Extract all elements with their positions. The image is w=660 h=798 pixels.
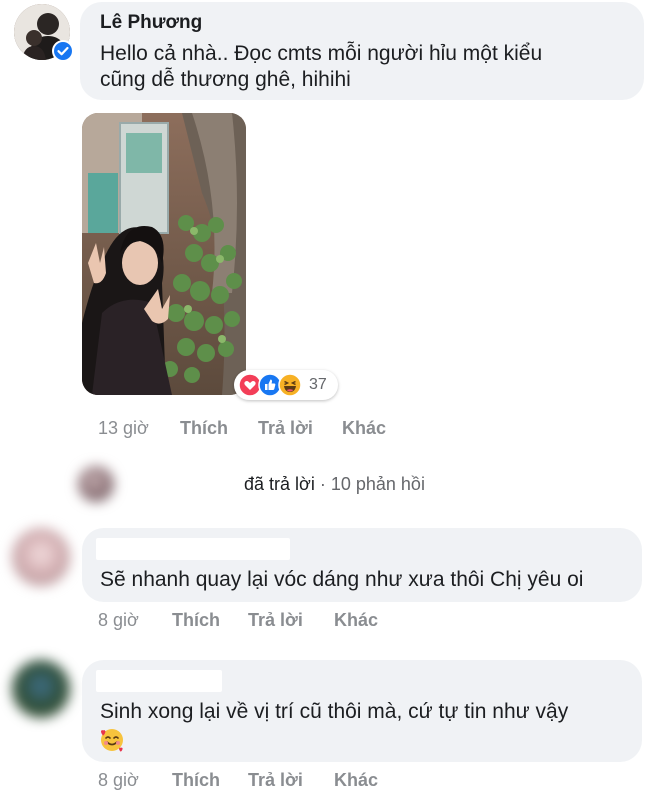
like-action[interactable]: Thích xyxy=(172,610,220,631)
haha-reaction-icon xyxy=(278,373,302,402)
commenter-avatar[interactable] xyxy=(12,660,70,718)
reply-action[interactable]: Trả lời xyxy=(258,418,313,439)
comment-timestamp[interactable]: 13 giờ xyxy=(98,418,149,439)
reply-avatar[interactable] xyxy=(78,466,114,502)
comment-text: Sinh xong lại về vị trí cũ thôi mà, cứ t… xyxy=(100,700,569,723)
comment-photo[interactable] xyxy=(82,113,246,395)
comment-timestamp[interactable]: 8 giờ xyxy=(98,770,139,791)
commenter-avatar[interactable] xyxy=(12,528,70,586)
like-action[interactable]: Thích xyxy=(180,418,228,439)
more-action[interactable]: Khác xyxy=(342,418,386,439)
verified-badge-icon xyxy=(52,40,74,62)
redacted-name xyxy=(96,538,290,560)
redacted-name xyxy=(96,670,222,692)
reaction-summary[interactable]: 37 xyxy=(234,370,338,400)
reply-action[interactable]: Trả lời xyxy=(248,610,303,631)
more-action[interactable]: Khác xyxy=(334,610,378,631)
comment-text-line: Hello cả nhà.. Đọc cmts mỗi người hỉu mộ… xyxy=(100,42,543,65)
replies-summary[interactable]: đã trả lời · 10 phản hồi xyxy=(244,474,425,495)
reply-action[interactable]: Trả lời xyxy=(248,770,303,791)
replied-label: đã trả lời xyxy=(244,474,315,494)
comment-text-line: cũng dễ thương ghê, hihihi xyxy=(100,68,351,91)
reaction-count: 37 xyxy=(309,376,327,393)
smiling-face-with-hearts-icon xyxy=(98,726,126,759)
comment-text: Sẽ nhanh quay lại vóc dáng như xưa thôi … xyxy=(100,568,584,591)
more-action[interactable]: Khác xyxy=(334,770,378,791)
commenter-name[interactable]: Lê Phương xyxy=(100,12,202,34)
like-action[interactable]: Thích xyxy=(172,770,220,791)
comment-timestamp[interactable]: 8 giờ xyxy=(98,610,139,631)
reply-count: · 10 phản hồi xyxy=(319,474,425,494)
